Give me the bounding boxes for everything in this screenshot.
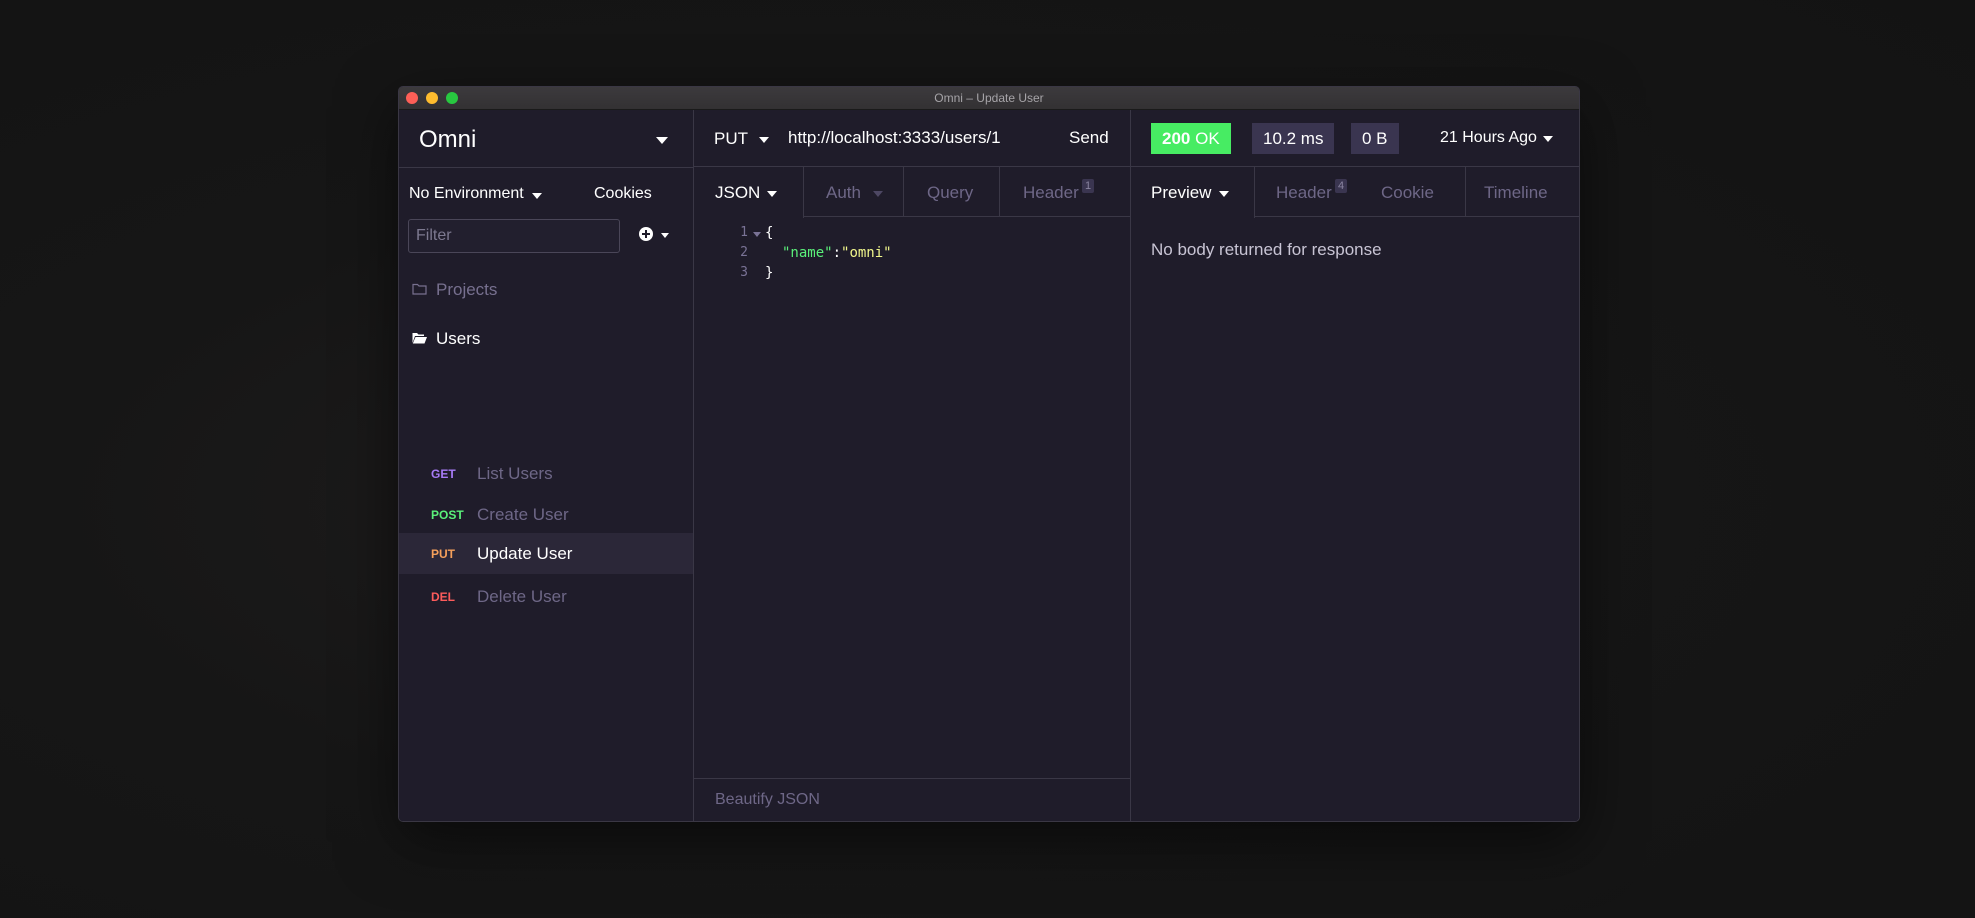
json-separator: : [832,245,842,261]
sidebar-request-update-user[interactable]: PUT Update User [399,533,693,574]
method-badge: DEL [431,590,455,604]
environment-selector[interactable]: No Environment [409,185,524,203]
line-number: 3 [740,265,748,280]
response-pane: 200 OK 10.2 ms 0 B 21 Hours Ago Preview … [1131,110,1579,821]
response-size-badge: 0 B [1351,123,1399,154]
folder-label: Users [436,329,481,348]
response-header-count-badge: 4 [1335,179,1348,193]
response-status-bar: 200 OK 10.2 ms 0 B 21 Hours Ago [1131,110,1579,167]
environment-caret-icon[interactable] [532,193,542,199]
sidebar-request-delete-user[interactable]: DEL Delete User [399,576,693,617]
method-badge: POST [431,508,464,522]
window-title: Omni – Update User [934,91,1044,105]
url-input[interactable]: http://localhost:3333/users/1 [788,128,1001,148]
history-caret-icon[interactable] [1543,136,1553,142]
folder-closed-icon [412,283,427,295]
code-text: } [765,265,774,281]
sidebar: Omni No Environment Cookies Projects Use… [399,110,694,821]
json-value: "omni" [841,245,892,261]
tab-timeline[interactable]: Timeline [1466,167,1578,217]
code-text: "name":"omni" [782,245,892,261]
tab-label: Preview [1151,183,1212,202]
body-type-caret-icon[interactable] [767,191,777,197]
sidebar-request-list-users[interactable]: GET List Users [399,453,693,494]
status-text: OK [1195,129,1220,148]
request-pane: PUT http://localhost:3333/users/1 Send J… [694,110,1131,821]
tab-label: JSON [715,183,761,202]
tab-response-header[interactable]: Header 4 [1255,167,1365,217]
request-label: Create User [477,505,569,524]
sidebar-request-create-user[interactable]: POST Create User [399,494,693,535]
app-window: Omni – Update User Omni No Environment C… [398,86,1580,822]
title-bar: Omni – Update User [399,87,1579,110]
sidebar-divider [399,167,693,168]
fold-caret-icon[interactable] [753,232,761,237]
folder-label: Projects [436,280,498,299]
json-body-editor[interactable]: 1 { 2 "name":"omni" 3 } [694,218,1130,778]
add-menu-caret-icon[interactable] [661,233,669,238]
auth-caret-icon[interactable] [873,191,883,197]
tab-cookie[interactable]: Cookie [1365,167,1466,217]
tab-label: Cookie [1381,183,1434,202]
add-plus-icon[interactable] [639,227,653,241]
line-number: 1 [740,225,748,240]
filter-input[interactable] [408,219,620,253]
url-bar: PUT http://localhost:3333/users/1 Send [694,110,1130,167]
send-button[interactable]: Send [1069,128,1109,148]
status-code: 200 [1162,129,1191,148]
tab-label: Timeline [1484,183,1548,202]
tab-query[interactable]: Query [904,167,1000,217]
tab-header[interactable]: Header 1 [1000,167,1131,217]
tab-preview[interactable]: Preview [1131,167,1255,218]
workspace-title[interactable]: Omni [419,126,476,154]
tab-label: Header [1023,183,1079,202]
request-label: Delete User [477,587,567,606]
tab-json[interactable]: JSON [694,167,804,218]
history-dropdown[interactable]: 21 Hours Ago [1440,129,1537,147]
request-tabs: JSON Auth Query Header 1 [694,167,1131,218]
status-badge: 200 OK [1151,123,1231,154]
preview-mode-caret-icon[interactable] [1219,191,1229,197]
tab-auth[interactable]: Auth [804,167,904,217]
json-key: "name" [782,245,833,261]
cookies-button[interactable]: Cookies [594,185,652,203]
method-badge: GET [431,467,456,481]
tab-label: Auth [826,183,861,202]
header-count-badge: 1 [1082,179,1095,193]
beautify-json-button[interactable]: Beautify JSON [715,791,820,809]
request-label: List Users [477,464,553,483]
tab-label: Query [927,183,974,202]
response-time-badge: 10.2 ms [1252,123,1335,154]
method-badge: PUT [431,547,455,561]
code-text: { [765,225,774,241]
workspace-menu-caret-icon[interactable] [656,137,668,144]
response-tabs: Preview Header 4 Cookie Timeline [1131,167,1579,218]
line-number: 2 [740,245,748,260]
request-footer: Beautify JSON [694,778,1130,821]
folder-open-icon [412,333,427,344]
method-caret-icon[interactable] [759,137,769,143]
empty-response-message: No body returned for response [1151,240,1382,259]
tab-label: Header [1276,183,1332,202]
request-label: Update User [477,544,573,563]
method-selector[interactable]: PUT [714,129,748,149]
